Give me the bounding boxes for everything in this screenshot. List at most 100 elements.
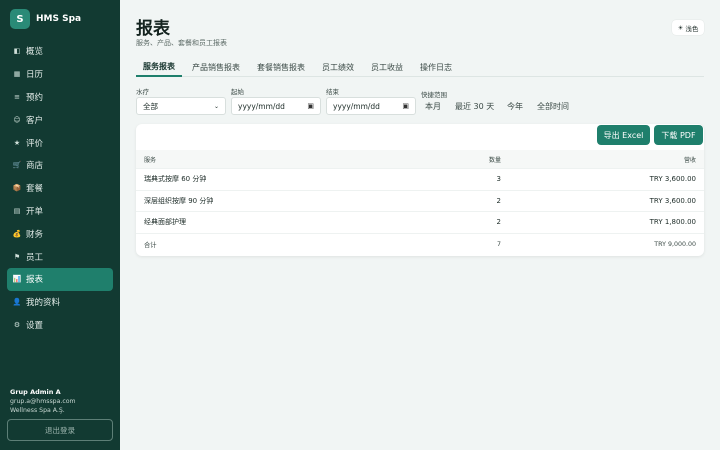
sidebar-item-settings[interactable]: ⚙ 设置 [7, 314, 113, 337]
sidebar-item-overview[interactable]: ◧ 概览 [7, 40, 113, 63]
service-revenue: TRY 3,600.00 [649, 196, 696, 205]
column-header-quantity: 数量 [488, 156, 501, 164]
calendar-icon: ▣ [402, 102, 409, 110]
calendar-icon: ▦ [13, 70, 21, 79]
start-date-label: 起始 [231, 88, 244, 96]
quick-range-this-year[interactable]: 今年 [507, 97, 523, 115]
star-icon: ★ [13, 138, 21, 147]
sidebar-item-label: 概览 [26, 47, 44, 58]
tab-package-sales-report[interactable]: 套餐销售报表 [250, 58, 312, 77]
user-icon: 👤 [12, 298, 22, 307]
start-date-input[interactable]: yyyy/mm/dd ▣ [231, 97, 321, 115]
therapy-select-value: 全部 [143, 101, 158, 111]
sidebar-item-label: 财务 [26, 229, 44, 240]
quick-range-last-30-days[interactable]: 最近 30 天 [455, 97, 494, 115]
chart-icon: 📊 [12, 275, 22, 284]
service-report-table: 服务 数量 营收 瑞典式按摩 60 分钟 3 TRY 3,600.00 深层组织… [136, 150, 704, 255]
customer-icon: ☺ [13, 115, 21, 124]
tab-staff-earnings[interactable]: 员工收益 [364, 58, 410, 77]
service-revenue: TRY 1,800.00 [649, 218, 696, 227]
page-title: 报表 [136, 19, 170, 39]
sidebar-item-label: 开单 [26, 206, 44, 217]
overview-icon: ◧ [13, 47, 21, 56]
list-icon: ≡ [14, 92, 20, 101]
download-pdf-button[interactable]: 下载 PDF [654, 125, 703, 145]
sidebar-item-shop[interactable]: 🛒 商店 [7, 154, 113, 177]
user-name: Grup Admin A [10, 388, 61, 396]
sidebar-item-label: 客户 [26, 115, 44, 126]
sidebar-item-billing[interactable]: ▤ 开单 [7, 200, 113, 223]
export-excel-button[interactable]: 导出 Excel [597, 125, 650, 145]
service-quantity: 2 [496, 218, 501, 227]
end-date-label: 结束 [326, 88, 339, 96]
money-bag-icon: 💰 [12, 229, 22, 238]
table-row: 经典面部护理 2 TRY 1,800.00 [136, 212, 704, 234]
column-header-revenue: 营收 [683, 156, 696, 164]
quick-range-all-time[interactable]: 全部时间 [537, 97, 569, 115]
brand[interactable]: S HMS Spa [10, 9, 81, 29]
column-header-service: 服务 [144, 156, 157, 164]
tab-product-sales-report[interactable]: 产品销售报表 [185, 58, 247, 77]
logout-button[interactable]: 退出登录 [7, 419, 113, 441]
table-header-row: 服务 数量 营收 [136, 150, 704, 169]
page-subtitle: 服务、产品、套餐和员工报表 [136, 39, 227, 47]
sidebar-item-label: 日历 [26, 70, 44, 81]
calendar-icon: ▣ [307, 102, 314, 110]
chevron-down-icon: ⌄ [213, 102, 219, 110]
therapy-select[interactable]: 全部 ⌄ [136, 97, 226, 115]
sidebar-item-label: 套餐 [26, 184, 44, 195]
sidebar-item-label: 报表 [26, 275, 44, 286]
sidebar-item-label: 预约 [26, 92, 44, 103]
report-tabs: 服务报表 产品销售报表 套餐销售报表 员工绩效 员工收益 操作日志 [136, 58, 704, 77]
sidebar-item-reviews[interactable]: ★ 评价 [7, 131, 113, 154]
sun-icon: ☀ [677, 23, 684, 32]
end-date-input[interactable]: yyyy/mm/dd ▣ [326, 97, 416, 115]
user-company: Wellness Spa A.Ş. [10, 406, 65, 414]
therapy-filter-label: 水疗 [136, 88, 149, 96]
end-date-placeholder: yyyy/mm/dd [333, 101, 380, 111]
sidebar-item-calendar[interactable]: ▦ 日历 [7, 63, 113, 86]
sidebar-nav: ◧ 概览 ▦ 日历 ≡ 预约 ☺ 客户 ★ 评价 🛒 商店 📦 套餐 ▤ 开单 💰 财务 ⚑ 员工 … [7, 40, 113, 336]
table-row: 瑞典式按摩 60 分钟 3 TRY 3,600.00 [136, 169, 704, 191]
table-row: 深层组织按摩 90 分钟 2 TRY 3,600.00 [136, 191, 704, 212]
gear-icon: ⚙ [13, 320, 21, 329]
theme-toggle-button[interactable]: ☀ 浅色 [672, 20, 704, 35]
main-content: 报表 服务、产品、套餐和员工报表 ☀ 浅色 服务报表 产品销售报表 套餐销售报表… [120, 0, 720, 450]
sidebar-item-label: 设置 [26, 320, 44, 331]
total-quantity: 7 [496, 240, 501, 248]
sidebar-item-profile[interactable]: 👤 我的资料 [7, 291, 113, 314]
package-icon: 📦 [12, 184, 22, 193]
service-quantity: 2 [496, 196, 501, 205]
cart-icon: 🛒 [12, 161, 22, 170]
service-name: 瑞典式按摩 60 分钟 [144, 175, 207, 184]
sidebar-item-packages[interactable]: 📦 套餐 [7, 177, 113, 200]
tab-activity-log[interactable]: 操作日志 [413, 58, 459, 77]
sidebar-item-staff[interactable]: ⚑ 员工 [7, 245, 113, 268]
user-info: Grup Admin A grup.a@hmsspa.com Wellness … [10, 388, 76, 415]
sidebar-item-label: 员工 [26, 252, 44, 263]
tab-staff-performance[interactable]: 员工绩效 [315, 58, 361, 77]
total-revenue: TRY 9,000.00 [654, 240, 696, 248]
filter-bar: 水疗 全部 ⌄ 起始 yyyy/mm/dd ▣ 结束 yyyy/mm/dd ▣ … [136, 86, 704, 116]
sidebar-item-label: 评价 [26, 138, 44, 149]
theme-label: 浅色 [685, 24, 699, 33]
sidebar-item-finance[interactable]: 💰 财务 [7, 222, 113, 245]
start-date-placeholder: yyyy/mm/dd [238, 101, 285, 111]
user-email: grup.a@hmsspa.com [10, 398, 76, 405]
brand-name: HMS Spa [36, 14, 82, 24]
sidebar: S HMS Spa ◧ 概览 ▦ 日历 ≡ 预约 ☺ 客户 ★ 评价 🛒 商店 📦 套餐 ▤ 开… [0, 0, 120, 450]
brand-logo: S [10, 9, 30, 29]
flag-icon: ⚑ [13, 252, 21, 261]
sidebar-item-label: 我的资料 [26, 298, 61, 309]
service-quantity: 3 [496, 175, 501, 184]
sidebar-item-label: 商店 [26, 161, 44, 172]
receipt-icon: ▤ [13, 206, 21, 215]
service-revenue: TRY 3,600.00 [649, 175, 696, 184]
sidebar-item-customers[interactable]: ☺ 客户 [7, 108, 113, 131]
quick-range-this-month[interactable]: 本月 [425, 97, 441, 115]
sidebar-item-appointments[interactable]: ≡ 预约 [7, 86, 113, 109]
tab-service-report[interactable]: 服务报表 [136, 58, 182, 77]
sidebar-item-reports[interactable]: 📊 报表 [7, 267, 113, 291]
total-label: 合计 [144, 241, 157, 249]
service-name: 深层组织按摩 90 分钟 [144, 196, 214, 205]
